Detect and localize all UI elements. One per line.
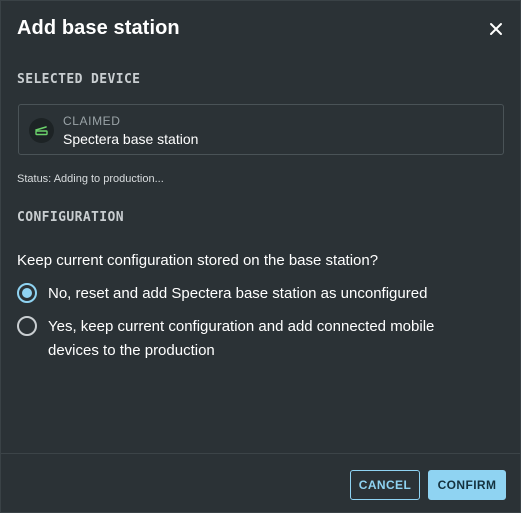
close-button[interactable] — [484, 17, 508, 41]
footer-divider — [1, 453, 520, 454]
configuration-heading: CONFIGURATION — [17, 210, 124, 225]
radio-button-selected[interactable] — [17, 283, 37, 303]
cancel-button[interactable]: CANCEL — [350, 470, 420, 500]
base-station-icon — [29, 118, 54, 143]
radio-option-label: Yes, keep current configuration and add … — [48, 318, 435, 359]
device-name: Spectera base station — [63, 131, 199, 147]
claim-status: CLAIMED — [63, 114, 121, 128]
radio-option-reset[interactable]: No, reset and add Spectera base station … — [17, 282, 488, 306]
radio-option-label: No, reset and add Spectera base station … — [48, 285, 428, 302]
confirm-button[interactable]: CONFIRM — [428, 470, 506, 500]
configuration-question: Keep current configuration stored on the… — [17, 252, 379, 269]
dialog-title: Add base station — [17, 17, 180, 39]
radio-option-keep[interactable]: Yes, keep current configuration and add … — [17, 315, 488, 363]
status-text: Status: Adding to production... — [17, 173, 164, 185]
add-base-station-dialog: Add base station SELECTED DEVICE CLAIMED… — [0, 0, 521, 513]
radio-button-unselected[interactable] — [17, 316, 37, 336]
selected-device-card: CLAIMED Spectera base station — [18, 104, 504, 155]
close-icon[interactable] — [489, 22, 503, 36]
selected-device-heading: SELECTED DEVICE — [17, 72, 141, 87]
